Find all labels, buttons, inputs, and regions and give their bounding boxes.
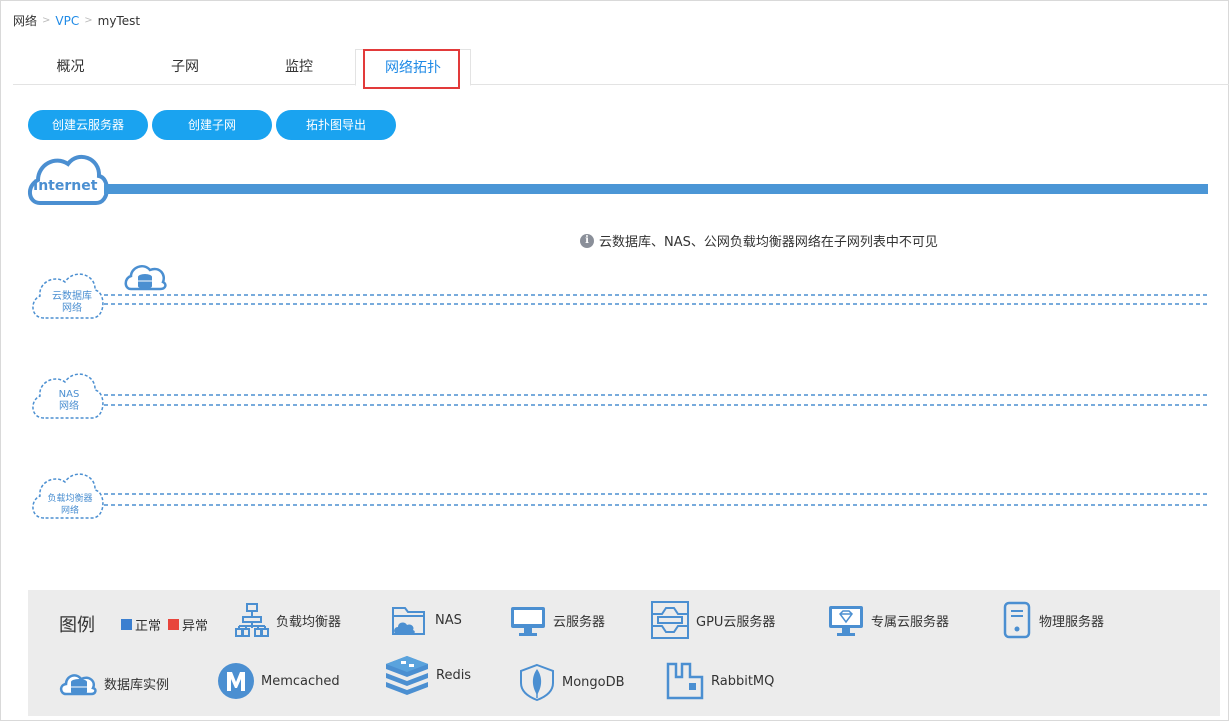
abnormal-status-swatch (168, 619, 179, 630)
tab-overview[interactable]: 概况 (13, 49, 128, 85)
legend-item-dedicated-server-label: 专属云服务器 (871, 614, 950, 630)
rabbitmq-icon (666, 662, 704, 700)
visibility-notice: i 云数据库、NAS、公网负载均衡器网络在子网列表中不可见 (580, 231, 938, 250)
export-topology-button[interactable]: 拓扑图导出 (276, 110, 396, 140)
breadcrumb-network[interactable]: 网络 (13, 12, 37, 29)
legend-item-physical-server-label: 物理服务器 (1039, 614, 1105, 630)
physical-server-icon (1003, 601, 1031, 639)
nas-network-label-line2: 网络 (59, 401, 79, 412)
legend-status-abnormal: 异常 (168, 615, 208, 634)
normal-status-swatch (121, 619, 132, 630)
mongodb-icon (520, 663, 554, 701)
database-instance-icon[interactable] (124, 265, 167, 291)
legend-item-redis-label: Redis (436, 667, 472, 683)
redis-icon (386, 656, 428, 695)
internet-line (104, 184, 1208, 194)
legend-item-cloud-server: 云服务器 (509, 602, 605, 638)
load-balancer-icon (235, 603, 269, 637)
lb-network-label: 负载均衡器 网络 (41, 493, 99, 517)
legend-item-gpu-server-label: GPU云服务器 (696, 614, 776, 630)
legend-item-database-label: 数据库实例 (104, 677, 170, 693)
tab-topology[interactable]: 网络拓扑 (355, 49, 471, 86)
legend-item-mongodb-label: MongoDB (562, 674, 625, 690)
legend-item-dedicated-server: 专属云服务器 (827, 602, 949, 638)
tab-bar: 概况 子网 监控 网络拓扑 (13, 49, 1229, 86)
dedicated-server-icon (829, 606, 863, 636)
database-network-label-line1: 云数据库 (52, 291, 92, 302)
breadcrumb-current: myTest (97, 13, 141, 28)
tab-subnet[interactable]: 子网 (128, 49, 242, 85)
legend-item-nas-label: NAS (435, 612, 462, 628)
legend-item-load-balancer-label: 负载均衡器 (276, 614, 342, 630)
create-subnet-button[interactable]: 创建子网 (152, 110, 272, 140)
breadcrumb: 网络 > VPC > myTest (13, 12, 140, 29)
legend-item-memcached-label: Memcached (261, 673, 340, 689)
legend-status-abnormal-label: 异常 (182, 619, 209, 634)
create-server-button[interactable]: 创建云服务器 (28, 110, 148, 140)
breadcrumb-vpc[interactable]: VPC (55, 14, 79, 28)
legend-item-physical-server: 物理服务器 (1001, 601, 1104, 639)
legend-item-redis: Redis (384, 652, 471, 698)
database-icon (59, 674, 97, 696)
legend-item-nas: NAS (391, 602, 462, 638)
legend-status-normal-label: 正常 (135, 619, 162, 634)
legend-item-gpu-server: GPU云服务器 (650, 600, 775, 640)
legend-status-normal: 正常 (121, 615, 161, 634)
legend-item-mongodb: MongoDB (518, 663, 625, 701)
database-network-label: 云数据库 网络 (44, 291, 100, 315)
legend-item-rabbitmq-label: RabbitMQ (711, 673, 775, 689)
lb-network-label-line1: 负载均衡器 (47, 494, 93, 504)
breadcrumb-separator: > (42, 15, 51, 26)
legend-item-database: 数据库实例 (58, 668, 169, 698)
nas-network-label-line1: NAS (58, 389, 80, 400)
legend-title: 图例 (59, 615, 95, 636)
tab-monitor[interactable]: 监控 (242, 49, 356, 85)
legend-item-rabbitmq: RabbitMQ (665, 661, 774, 701)
nas-icon (392, 607, 425, 635)
legend-item-memcached: Memcached (217, 662, 340, 700)
database-network-label-line2: 网络 (62, 303, 82, 314)
memcached-icon (218, 663, 254, 699)
nas-network-label: NAS 网络 (44, 389, 94, 413)
info-icon: i (580, 233, 594, 248)
internet-label: Internet (33, 178, 98, 194)
lb-network-label-line2: 网络 (60, 506, 79, 516)
cloud-server-icon (511, 607, 545, 636)
legend-panel: 图例 正常 异常 负载均衡器 NAS 云服务器 GPU云服务器 专属云服务器 物… (28, 590, 1220, 716)
visibility-notice-text: 云数据库、NAS、公网负载均衡器网络在子网列表中不可见 (599, 235, 938, 250)
legend-item-cloud-server-label: 云服务器 (553, 614, 606, 630)
gpu-server-icon (651, 601, 689, 639)
topology-canvas (28, 154, 1208, 519)
legend-item-load-balancer: 负载均衡器 (234, 602, 341, 638)
breadcrumb-separator: > (84, 15, 93, 26)
